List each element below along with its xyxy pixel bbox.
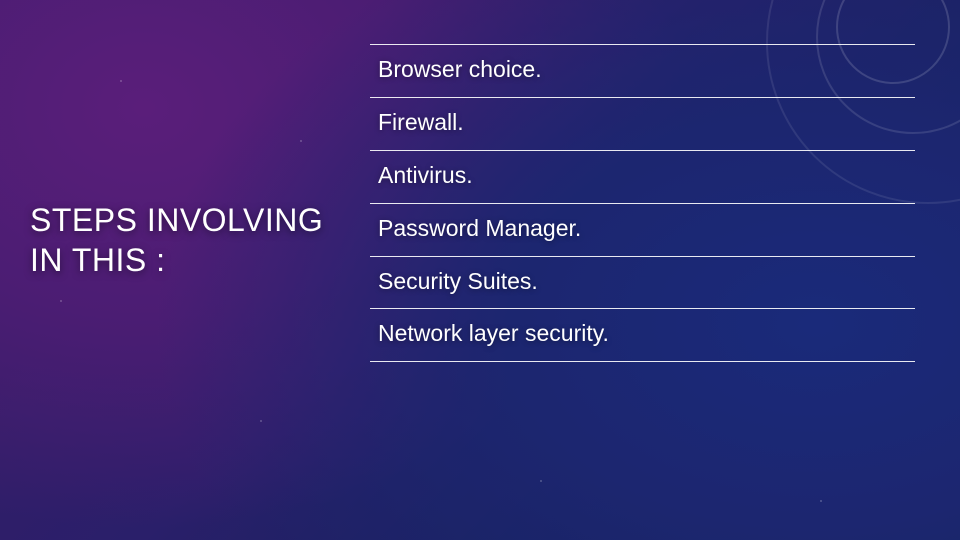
slide-title: STEPS INVOLVING IN THIS : (30, 200, 330, 280)
list-item: Antivirus. (370, 150, 915, 203)
decorative-dot (820, 500, 822, 502)
decorative-dot (260, 420, 262, 422)
decorative-dot (60, 300, 62, 302)
list-item: Security Suites. (370, 256, 915, 309)
steps-list: Browser choice. Firewall. Antivirus. Pas… (370, 44, 915, 362)
list-item: Network layer security. (370, 308, 915, 362)
decorative-dot (540, 480, 542, 482)
decorative-dot (120, 80, 122, 82)
slide: STEPS INVOLVING IN THIS : Browser choice… (0, 0, 960, 540)
list-item: Password Manager. (370, 203, 915, 256)
list-item: Browser choice. (370, 44, 915, 97)
list-item: Firewall. (370, 97, 915, 150)
decorative-dot (300, 140, 302, 142)
